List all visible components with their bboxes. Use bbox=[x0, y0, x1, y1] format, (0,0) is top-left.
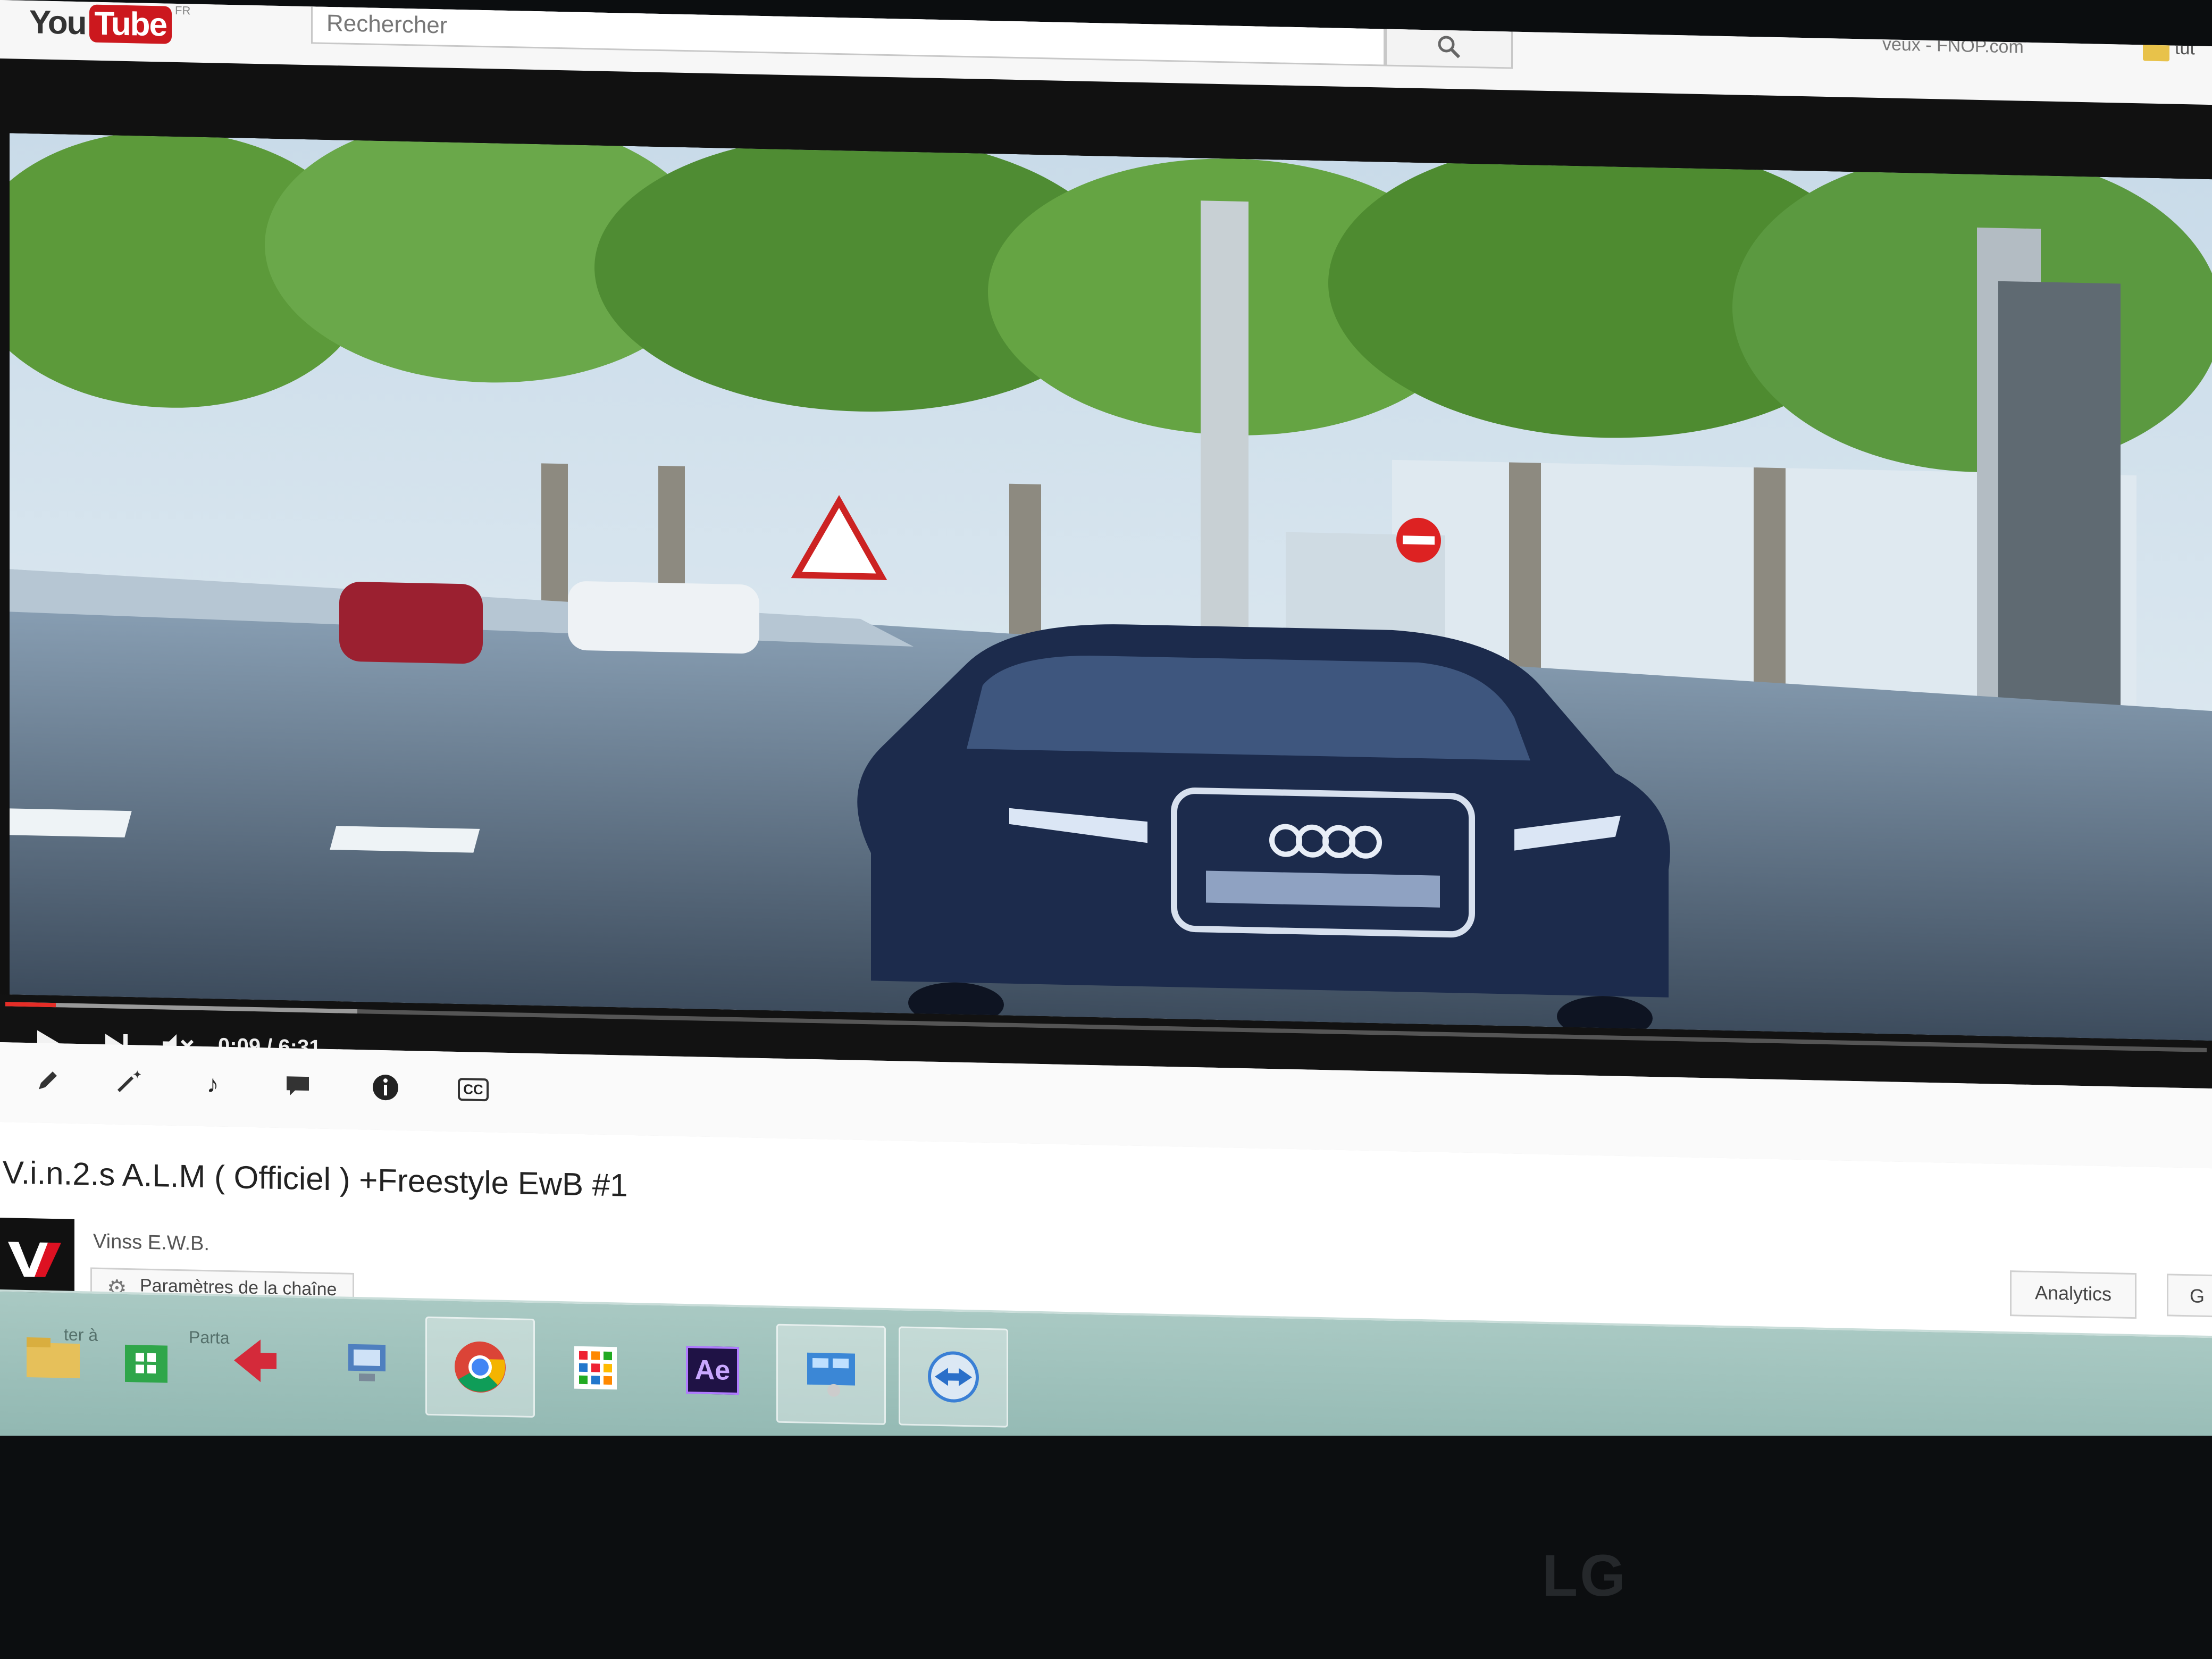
search-input[interactable]: Rechercher bbox=[311, 2, 1385, 66]
search-icon bbox=[1438, 36, 1461, 58]
remote-desktop-icon bbox=[807, 1352, 855, 1397]
music-note-icon[interactable]: ♪ bbox=[197, 1068, 229, 1100]
search-button[interactable] bbox=[1385, 24, 1513, 69]
teamviewer-button[interactable] bbox=[899, 1326, 1008, 1428]
store-icon bbox=[125, 1344, 167, 1383]
app-arrow-icon bbox=[234, 1339, 276, 1382]
folder-icon[interactable] bbox=[2143, 41, 2169, 62]
pencil-icon[interactable] bbox=[32, 1064, 64, 1096]
bookmark-link[interactable]: veux - FNOP.com bbox=[1882, 34, 2024, 58]
network-icon bbox=[348, 1344, 386, 1381]
teamviewer-icon bbox=[928, 1351, 979, 1403]
after-effects-icon: Ae bbox=[686, 1346, 739, 1395]
info-icon[interactable] bbox=[370, 1071, 401, 1104]
apps-grid-icon bbox=[574, 1346, 617, 1390]
more-button[interactable]: G bbox=[2167, 1273, 2212, 1318]
bookmark-folder-label[interactable]: tut bbox=[2175, 38, 2195, 60]
buffer-bar bbox=[5, 1002, 358, 1014]
video-frame[interactable] bbox=[10, 133, 2212, 1041]
video-title: V.i.n.2.s A.L.M ( Officiel ) +Freestyle … bbox=[3, 1154, 628, 1203]
remote-desktop-button[interactable] bbox=[776, 1323, 886, 1425]
comment-icon[interactable] bbox=[282, 1069, 314, 1102]
file-explorer-button[interactable] bbox=[0, 1308, 106, 1405]
svg-text:✦: ✦ bbox=[132, 1069, 141, 1082]
chrome-button[interactable] bbox=[425, 1316, 535, 1418]
youtube-logo[interactable]: You Tube FR bbox=[29, 1, 190, 46]
magic-wand-icon[interactable]: ✦ bbox=[112, 1066, 144, 1098]
after-effects-button[interactable]: Ae bbox=[659, 1321, 766, 1419]
cc-label: CC bbox=[458, 1077, 489, 1101]
cc-icon[interactable]: CC bbox=[457, 1073, 489, 1105]
network-button[interactable] bbox=[314, 1314, 420, 1412]
monitor-brand-logo: LG bbox=[1542, 1543, 1628, 1608]
channel-avatar[interactable] bbox=[0, 1217, 74, 1299]
app-arrow-button[interactable] bbox=[202, 1312, 308, 1410]
progress-fill bbox=[5, 1002, 56, 1008]
analytics-button[interactable]: Analytics bbox=[2010, 1270, 2137, 1319]
logo-you-text: You bbox=[29, 3, 86, 41]
video-scene-image bbox=[10, 133, 2212, 1041]
logo-region: FR bbox=[175, 3, 191, 18]
store-button[interactable] bbox=[93, 1310, 199, 1407]
channel-logo-icon bbox=[8, 1242, 61, 1277]
channel-name[interactable]: Vinss E.W.B. bbox=[93, 1230, 210, 1256]
chrome-icon bbox=[455, 1341, 506, 1393]
monitor-bezel bbox=[0, 1436, 2212, 1659]
ae-label: Ae bbox=[694, 1354, 731, 1386]
logo-tube-text: Tube bbox=[89, 4, 172, 44]
monitor-screen: You Tube FR Rechercher veux - FNOP.com t… bbox=[0, 0, 2212, 1568]
apps-grid-button[interactable] bbox=[542, 1319, 649, 1417]
